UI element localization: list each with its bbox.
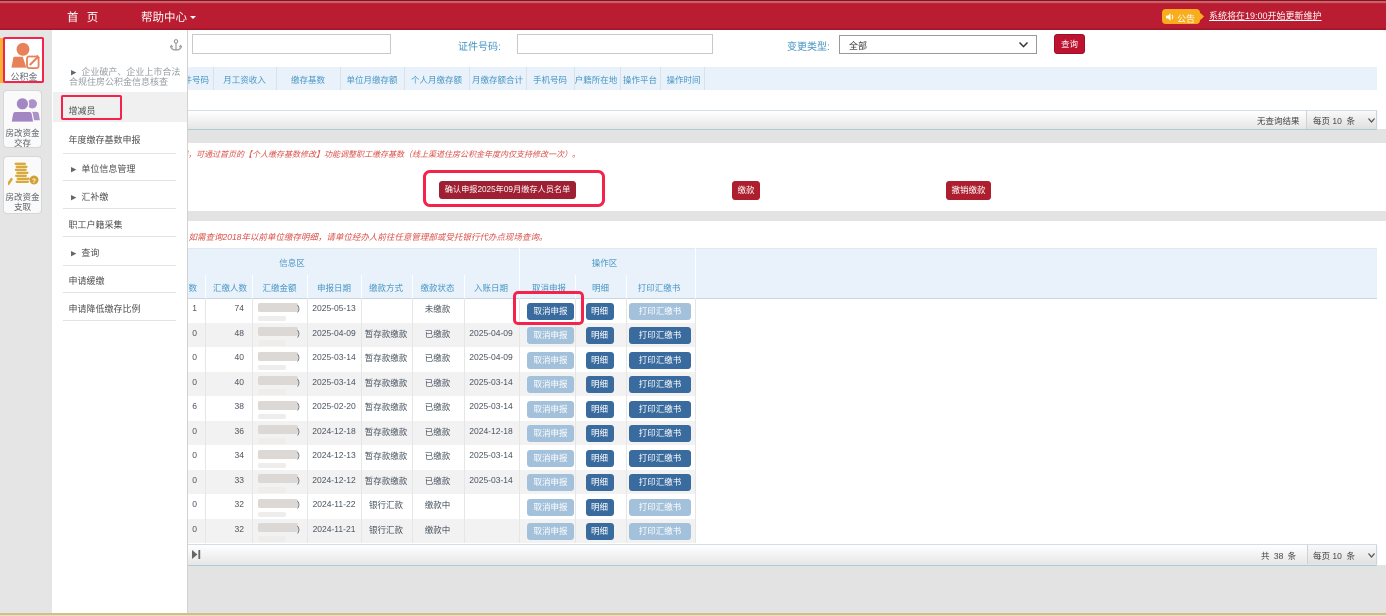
svg-text:?: ?: [32, 178, 36, 185]
